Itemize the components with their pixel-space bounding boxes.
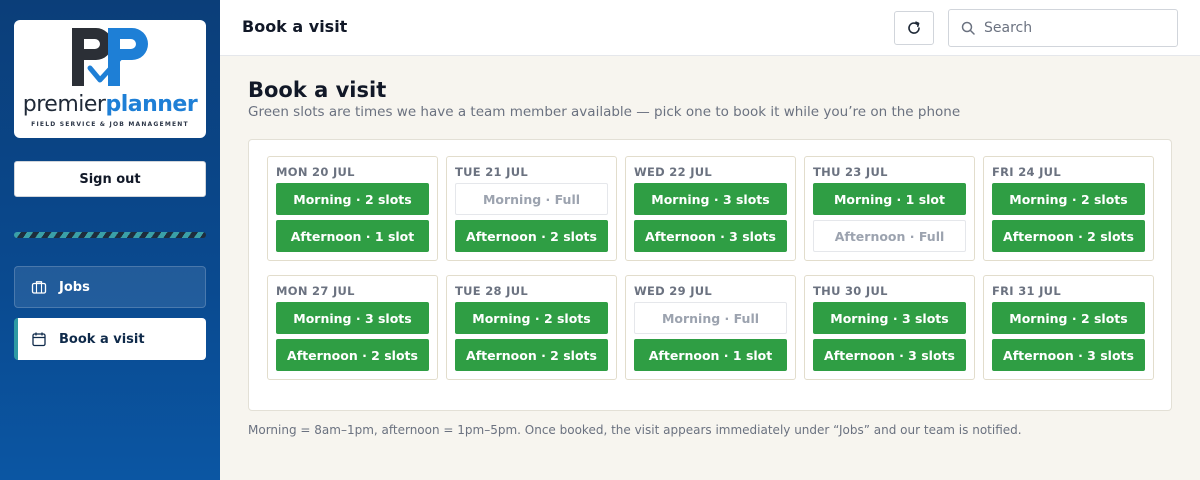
top-header: Book a visit [220,0,1200,56]
day-card: TUE 28 JUL Morning · 2 slots Afternoon ·… [446,275,617,380]
briefcase-icon [31,281,47,294]
sidebar: premierplanner FIELD SERVICE & JOB MANAG… [0,0,220,480]
sidebar-item-book-a-visit[interactable]: Book a visit [14,318,206,360]
day-label: MON 27 JUL [276,284,355,298]
slot-morning[interactable]: Morning · 2 slots [992,183,1145,215]
footnote: Morning = 8am–1pm, afternoon = 1pm–5pm. … [248,423,1022,437]
page-title: Book a visit [248,78,387,102]
slot-morning[interactable]: Morning · 2 slots [455,302,608,334]
slot-afternoon[interactable]: Afternoon · 2 slots [276,339,429,371]
day-card: WED 22 JUL Morning · 3 slots Afternoon ·… [625,156,796,261]
day-label: WED 29 JUL [634,284,713,298]
day-card: MON 20 JUL Morning · 2 slots Afternoon ·… [267,156,438,261]
day-card: FRI 24 JUL Morning · 2 slots Afternoon ·… [983,156,1154,261]
slot-morning[interactable]: Morning · 1 slot [813,183,966,215]
day-label: MON 20 JUL [276,165,355,179]
slot-afternoon[interactable]: Afternoon · 2 slots [992,220,1145,252]
brand-wordmark: premierplanner [22,92,198,117]
calendar-icon [32,332,46,347]
brand-tagline: FIELD SERVICE & JOB MANAGEMENT [31,121,189,128]
day-card: THU 30 JUL Morning · 3 slots Afternoon ·… [804,275,975,380]
sidebar-item-label: Book a visit [59,331,145,347]
slot-morning[interactable]: Morning · 3 slots [634,183,787,215]
slot-afternoon[interactable]: Afternoon · 3 slots [813,339,966,371]
slot-morning: Morning · Full [455,183,608,215]
day-card: THU 23 JUL Morning · 1 slot Afternoon · … [804,156,975,261]
day-card: FRI 31 JUL Morning · 2 slots Afternoon ·… [983,275,1154,380]
search-box[interactable] [948,9,1178,47]
slot-morning: Morning · Full [634,302,787,334]
decorative-divider [14,232,206,238]
header-title: Book a visit [242,17,348,36]
page-subtitle: Green slots are times we have a team mem… [248,104,961,120]
slot-afternoon[interactable]: Afternoon · 3 slots [634,220,787,252]
search-input[interactable] [984,20,1164,36]
sidebar-item-label: Jobs [59,279,90,295]
slot-morning[interactable]: Morning · 2 slots [276,183,429,215]
availability-calendar: MON 20 JUL Morning · 2 slots Afternoon ·… [248,139,1172,411]
refresh-icon [908,21,920,34]
day-label: THU 23 JUL [813,165,888,179]
refresh-button[interactable] [894,11,934,45]
slot-morning[interactable]: Morning · 3 slots [813,302,966,334]
slot-morning[interactable]: Morning · 2 slots [992,302,1145,334]
search-icon [961,21,975,35]
slot-afternoon[interactable]: Afternoon · 1 slot [634,339,787,371]
slot-afternoon: Afternoon · Full [813,220,966,252]
day-label: TUE 28 JUL [455,284,528,298]
day-card: WED 29 JUL Morning · Full Afternoon · 1 … [625,275,796,380]
day-label: WED 22 JUL [634,165,713,179]
day-card: TUE 21 JUL Morning · Full Afternoon · 2 … [446,156,617,261]
slot-morning[interactable]: Morning · 3 slots [276,302,429,334]
sidebar-item-jobs[interactable]: Jobs [14,266,206,308]
slot-afternoon[interactable]: Afternoon · 3 slots [992,339,1145,371]
slot-afternoon[interactable]: Afternoon · 2 slots [455,339,608,371]
day-label: TUE 21 JUL [455,165,528,179]
sign-out-button[interactable]: Sign out [14,161,206,197]
slot-afternoon[interactable]: Afternoon · 2 slots [455,220,608,252]
slot-afternoon[interactable]: Afternoon · 1 slot [276,220,429,252]
day-card: MON 27 JUL Morning · 3 slots Afternoon ·… [267,275,438,380]
day-label: THU 30 JUL [813,284,888,298]
day-label: FRI 24 JUL [992,165,1061,179]
day-label: FRI 31 JUL [992,284,1061,298]
logo-mark-icon [72,28,148,86]
brand-logo: premierplanner FIELD SERVICE & JOB MANAG… [14,20,206,138]
